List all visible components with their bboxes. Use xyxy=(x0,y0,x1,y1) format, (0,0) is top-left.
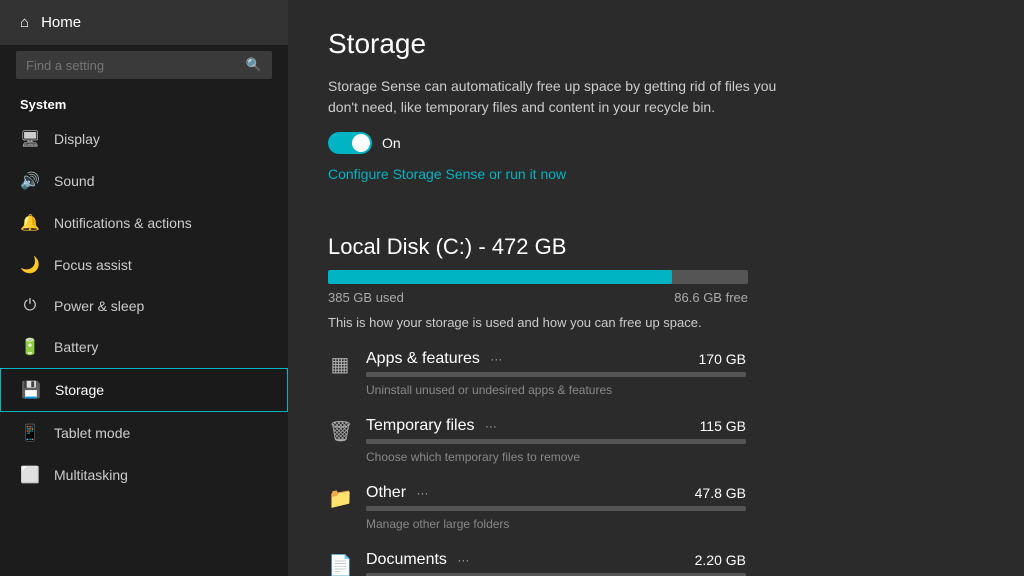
sidebar-item-multitasking[interactable]: ⬜ Multitasking xyxy=(0,454,288,496)
sound-icon: 🔊 xyxy=(20,171,40,191)
disk-title: Local Disk (C:) - 472 GB xyxy=(328,234,984,260)
storage-item-name: Temporary files ··· xyxy=(366,417,497,435)
storage-icon: 💾 xyxy=(21,380,41,400)
tablet-icon: 📱 xyxy=(20,423,40,443)
storage-item[interactable]: 📁 Other ··· 47.8 GB Manage other large f… xyxy=(328,482,984,535)
sidebar-item-label: Notifications & actions xyxy=(54,215,192,231)
home-icon: ⌂ xyxy=(20,14,29,31)
sidebar-item-tablet[interactable]: 📱 Tablet mode xyxy=(0,412,288,454)
sidebar-item-label: Focus assist xyxy=(54,257,132,273)
sidebar-home-label: Home xyxy=(41,14,81,31)
sidebar-item-label: Tablet mode xyxy=(54,425,130,441)
search-icon: 🔍 xyxy=(246,57,262,73)
storage-item[interactable]: ▦ Apps & features ··· 170 GB Uninstall u… xyxy=(328,348,984,401)
disk-free-label: 86.6 GB free xyxy=(674,290,748,305)
storage-item-bar xyxy=(366,506,746,511)
sidebar-home[interactable]: ⌂ Home xyxy=(0,0,288,45)
configure-link[interactable]: Configure Storage Sense or run it now xyxy=(328,166,566,182)
storage-item-size: 2.20 GB xyxy=(695,552,746,568)
storage-item-dots: ··· xyxy=(490,352,502,366)
storage-item-icon: ▦ xyxy=(328,352,352,377)
storage-item-icon: 📁 xyxy=(328,486,352,511)
storage-item-dots: ··· xyxy=(457,553,469,567)
storage-item-name: Other ··· xyxy=(366,484,428,502)
storage-item-bar-fill xyxy=(366,372,689,377)
storage-item-content: Apps & features ··· 170 GB Uninstall unu… xyxy=(366,350,746,399)
toggle-label: On xyxy=(382,135,401,151)
sidebar-item-notifications[interactable]: 🔔 Notifications & actions xyxy=(0,202,288,244)
disk-hint: This is how your storage is used and how… xyxy=(328,315,984,330)
sidebar: ⌂ Home 🔍 System 🖥 Display 🔊 Sound 🔔 Noti… xyxy=(0,0,288,576)
storage-item-bar xyxy=(366,439,746,444)
main-content: Storage Storage Sense can automatically … xyxy=(288,0,1024,576)
search-box[interactable]: 🔍 xyxy=(16,51,272,79)
storage-item-bar-fill xyxy=(366,506,499,511)
storage-item-name: Apps & features ··· xyxy=(366,350,502,368)
storage-item[interactable]: 🗑 Temporary files ··· 115 GB Choose whic… xyxy=(328,415,984,468)
sidebar-item-label: Storage xyxy=(55,382,104,398)
storage-sense-toggle[interactable] xyxy=(328,132,372,154)
page-title: Storage xyxy=(328,28,984,60)
sidebar-item-label: Multitasking xyxy=(54,467,128,483)
storage-item-header: Other ··· 47.8 GB xyxy=(366,484,746,502)
disk-bar-fill xyxy=(328,270,672,284)
sidebar-item-sound[interactable]: 🔊 Sound xyxy=(0,160,288,202)
sidebar-item-label: Power & sleep xyxy=(54,298,144,314)
storage-item-size: 115 GB xyxy=(700,418,746,434)
storage-item-header: Apps & features ··· 170 GB xyxy=(366,350,746,368)
storage-item-content: Documents ··· 2.20 GB xyxy=(366,551,746,576)
storage-sense-toggle-row: On xyxy=(328,132,984,154)
sidebar-item-power[interactable]: ⏻ Power & sleep xyxy=(0,286,288,326)
storage-item-bar-fill xyxy=(366,439,594,444)
storage-sense-description: Storage Sense can automatically free up … xyxy=(328,76,808,118)
storage-item-hint: Manage other large folders xyxy=(366,517,509,531)
disk-used-label: 385 GB used xyxy=(328,290,404,305)
storage-item[interactable]: 📄 Documents ··· 2.20 GB xyxy=(328,549,984,576)
disk-bar xyxy=(328,270,748,284)
storage-item-dots: ··· xyxy=(485,419,497,433)
storage-item-header: Documents ··· 2.20 GB xyxy=(366,551,746,569)
sidebar-item-label: Sound xyxy=(54,173,94,189)
display-icon: 🖥 xyxy=(20,129,40,149)
sidebar-item-battery[interactable]: 🔋 Battery xyxy=(0,326,288,368)
storage-item-size: 47.8 GB xyxy=(695,485,746,501)
storage-item-header: Temporary files ··· 115 GB xyxy=(366,417,746,435)
focus-icon: 🌙 xyxy=(20,255,40,275)
storage-item-icon: 📄 xyxy=(328,553,352,576)
power-icon: ⏻ xyxy=(20,297,40,315)
search-input[interactable] xyxy=(26,58,238,73)
storage-item-bar xyxy=(366,372,746,377)
sidebar-item-display[interactable]: 🖥 Display xyxy=(0,118,288,160)
sidebar-item-storage[interactable]: 💾 Storage xyxy=(0,368,288,412)
battery-icon: 🔋 xyxy=(20,337,40,357)
sidebar-item-focus[interactable]: 🌙 Focus assist xyxy=(0,244,288,286)
notifications-icon: 🔔 xyxy=(20,213,40,233)
storage-item-size: 170 GB xyxy=(699,351,746,367)
system-section-label: System xyxy=(0,89,288,118)
multitasking-icon: ⬜ xyxy=(20,465,40,485)
storage-items-list: ▦ Apps & features ··· 170 GB Uninstall u… xyxy=(328,348,984,576)
storage-item-icon: 🗑 xyxy=(328,419,352,444)
storage-item-name: Documents ··· xyxy=(366,551,469,569)
storage-item-content: Temporary files ··· 115 GB Choose which … xyxy=(366,417,746,466)
disk-stats: 385 GB used 86.6 GB free xyxy=(328,290,748,305)
storage-item-hint: Choose which temporary files to remove xyxy=(366,450,580,464)
sidebar-item-label: Display xyxy=(54,131,100,147)
storage-item-content: Other ··· 47.8 GB Manage other large fol… xyxy=(366,484,746,533)
storage-item-dots: ··· xyxy=(416,486,428,500)
storage-item-hint: Uninstall unused or undesired apps & fea… xyxy=(366,383,612,397)
sidebar-item-label: Battery xyxy=(54,339,98,355)
